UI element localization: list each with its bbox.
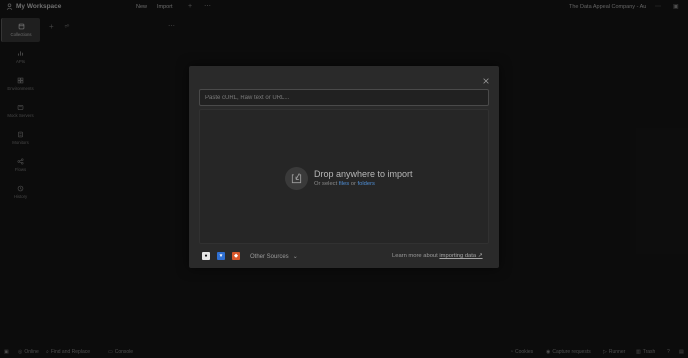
folders-link[interactable]: folders: [358, 181, 375, 187]
github-icon[interactable]: ●: [202, 252, 210, 260]
files-link[interactable]: files: [339, 181, 349, 187]
import-icon: [285, 167, 308, 190]
bitbucket-icon[interactable]: ▾: [217, 252, 225, 260]
import-url-input[interactable]: [199, 89, 489, 106]
close-icon[interactable]: [482, 72, 490, 84]
drop-title: Drop anywhere to import: [314, 169, 413, 179]
learn-prefix: Learn more about: [392, 253, 440, 259]
drop-prefix: Or select: [314, 181, 339, 187]
gitlab-icon[interactable]: ◆: [232, 252, 240, 260]
other-sources-label: Other Sources: [250, 253, 289, 260]
or-text: or: [349, 181, 358, 187]
other-sources-dropdown[interactable]: Other Sources ⌄: [250, 253, 298, 261]
import-modal: Drop anywhere to import Or select files …: [189, 66, 499, 268]
drop-zone[interactable]: Drop anywhere to import Or select files …: [199, 109, 489, 244]
chevron-down-icon: ⌄: [292, 254, 298, 260]
learn-more: Learn more about importing data ↗: [392, 253, 483, 259]
importing-data-link[interactable]: importing data ↗: [439, 253, 482, 259]
drop-subtitle: Or select files or folders: [314, 181, 375, 187]
